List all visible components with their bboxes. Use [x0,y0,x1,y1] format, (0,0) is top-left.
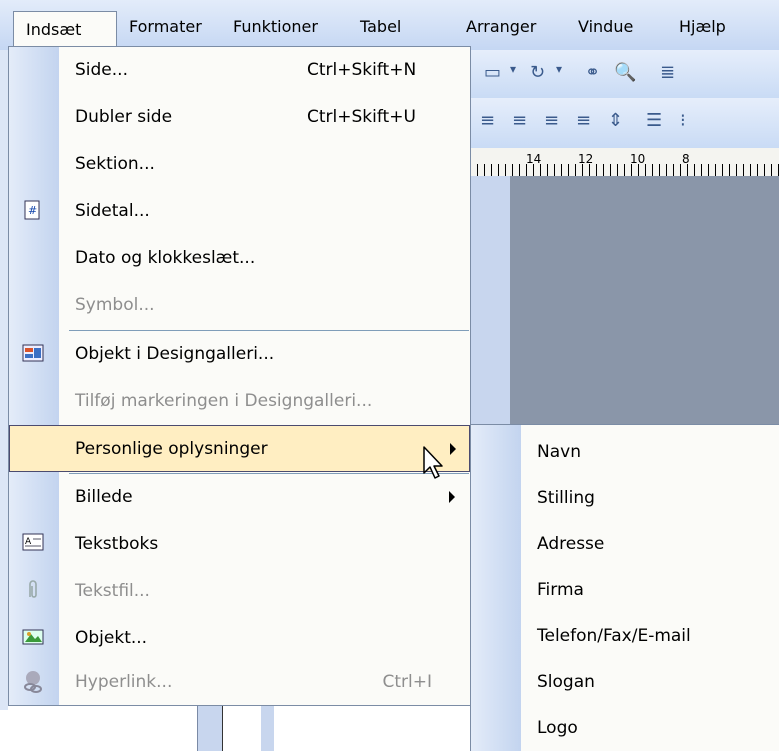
menu-arrange[interactable]: Arranger [466,13,536,41]
menu-item-text-box[interactable]: A Tekstboks [9,521,470,568]
columns-icon[interactable]: ≣ [660,62,675,83]
menu-item-label: Tilføj markeringen i Designgalleri... [75,391,373,411]
ruler-ticks [470,164,779,176]
submenu-arrow-icon [449,491,455,503]
menu-item-label: Hyperlink... [75,672,173,692]
menu-item-label: Dato og klokkeslæt... [75,248,256,268]
hyperlink-toolbar-icon[interactable]: ⚭ [585,62,600,83]
formatting-toolbar: ≡ ≡ ≡ ≡ ⇕ ☰ ⁝ [470,98,779,148]
menu-item-picture[interactable]: Billede [9,474,470,521]
menu-item-label: Tekstfil... [75,581,150,601]
vertical-ruler-scale [222,706,261,751]
menu-item-label: Symbol... [75,295,155,315]
menu-item-label: Personlige oplysninger [75,439,268,459]
menu-item-label: Sektion... [75,154,155,174]
menu-item-text-file[interactable]: Tekstfil... [9,568,470,615]
align-right-icon[interactable]: ≡ [544,110,559,131]
menu-item-label: Firma [537,580,584,600]
menu-item-page[interactable]: Side... Ctrl+Skift+N [9,47,470,94]
submenu-item-logo[interactable]: Logo [471,705,779,751]
menu-item-label: Adresse [537,534,605,554]
text-box-icon: A [21,532,45,556]
submenu-item-address[interactable]: Adresse [471,521,779,567]
menu-item-page-number[interactable]: # Sidetal... [9,188,470,235]
align-left-icon[interactable]: ≡ [480,110,495,131]
menu-item-add-to-design-gallery[interactable]: Tilføj markeringen i Designgalleri... [9,378,470,425]
submenu-item-phone-fax-email[interactable]: Telefon/Fax/E-mail [471,613,779,659]
menu-item-label: Slogan [537,672,595,692]
menu-help[interactable]: Hjælp [679,13,726,41]
menu-item-shortcut: Ctrl+I [382,672,432,692]
mouse-cursor-icon [423,446,443,479]
align-center-icon[interactable]: ≡ [512,110,527,131]
menu-tools[interactable]: Funktioner [233,13,318,41]
print-preview-icon[interactable]: 🔍 [614,62,636,83]
submenu-item-job-title[interactable]: Stilling [471,475,779,521]
menu-item-label: Billede [75,487,133,507]
copy-icon[interactable]: ▭ [484,62,501,83]
menu-item-duplicate-page[interactable]: Dubler side Ctrl+Skift+U [9,94,470,141]
page-number-icon: # [21,199,45,223]
object-icon [21,626,45,650]
menu-item-label: Telefon/Fax/E-mail [537,626,691,646]
insert-menu: Side... Ctrl+Skift+N Dubler side Ctrl+Sk… [8,46,471,706]
menu-item-label: Dubler side [75,107,173,127]
menu-item-object[interactable]: Objekt... [9,615,470,662]
paperclip-icon [21,579,45,603]
standard-toolbar: ▭ ▾ ↻ ▾ ⚭ 🔍 ≣ [470,50,779,98]
menu-item-label: Objekt i Designgalleri... [75,344,275,364]
design-gallery-icon [21,342,45,366]
personal-information-submenu: Navn Stilling Adresse Firma Telefon/Fax/… [470,424,779,751]
menu-item-section[interactable]: Sektion... [9,141,470,188]
menu-item-label: Sidetal... [75,201,150,221]
redo-icon[interactable]: ↻ [530,62,545,83]
dropdown-arrow-icon[interactable]: ▾ [510,62,516,76]
menu-item-label: Side... [75,60,128,80]
menu-item-shortcut: Ctrl+Skift+N [307,60,417,80]
line-spacing-icon[interactable]: ⇕ [608,110,623,131]
justify-icon[interactable]: ≡ [576,110,591,131]
menu-table[interactable]: Tabel [360,13,401,41]
menu-item-label: Navn [537,442,581,462]
svg-text:#: # [28,204,37,217]
menu-item-date-time[interactable]: Dato og klokkeslæt... [9,235,470,282]
menu-window[interactable]: Vindue [578,13,633,41]
menu-insert[interactable]: Indsæt [13,11,117,46]
menu-bar: Indsæt Formater Funktioner Tabel Arrange… [0,0,779,51]
menu-item-hyperlink[interactable]: Hyperlink... Ctrl+I [9,659,470,706]
menu-item-symbol[interactable]: Symbol... [9,282,470,329]
hyperlink-icon [21,670,45,694]
menu-item-label: Stilling [537,488,595,508]
dropdown-arrow-icon[interactable]: ▾ [556,62,562,76]
numbering-icon[interactable]: ☰ [646,110,662,131]
submenu-item-slogan[interactable]: Slogan [471,659,779,705]
menu-item-personal-information[interactable]: Personlige oplysninger [9,425,470,472]
menu-item-design-gallery-object[interactable]: Objekt i Designgalleri... [9,331,470,378]
window-left-edge [0,50,8,751]
menu-item-shortcut: Ctrl+Skift+U [307,107,416,127]
menu-item-label: Logo [537,718,578,738]
bullets-icon[interactable]: ⁝ [680,110,686,131]
submenu-item-name[interactable]: Navn [471,429,779,475]
menu-item-label: Tekstboks [75,534,159,554]
menu-item-label: Objekt... [75,628,148,648]
menu-format[interactable]: Formater [129,13,202,41]
submenu-item-company[interactable]: Firma [471,567,779,613]
submenu-arrow-icon [450,443,456,455]
